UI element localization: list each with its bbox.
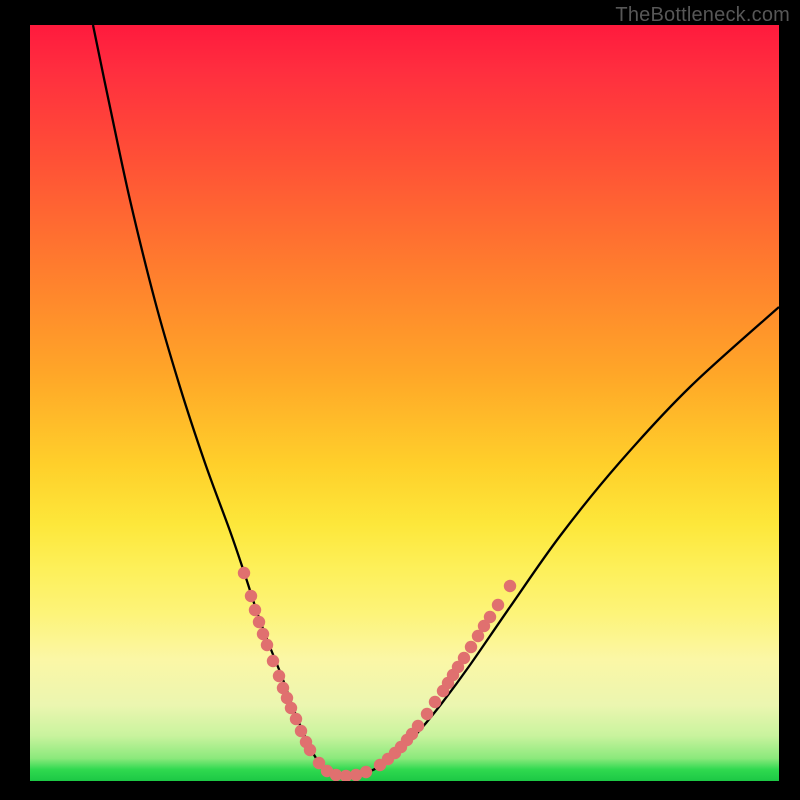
chart-svg	[30, 25, 779, 781]
curve-marker	[484, 611, 496, 623]
curve-marker	[458, 652, 470, 664]
curve-marker	[295, 725, 307, 737]
curve-marker	[412, 720, 424, 732]
bottleneck-curve	[93, 25, 779, 776]
curve-marker	[261, 639, 273, 651]
curve-marker	[253, 616, 265, 628]
curve-marker	[238, 567, 250, 579]
curve-markers	[238, 567, 516, 781]
curve-marker	[421, 708, 433, 720]
watermark-text: TheBottleneck.com	[615, 4, 790, 27]
curve-marker	[360, 766, 372, 778]
curve-marker	[257, 628, 269, 640]
curve-marker	[273, 670, 285, 682]
curve-marker	[285, 702, 297, 714]
curve-marker	[504, 580, 516, 592]
curve-marker	[249, 604, 261, 616]
curve-marker	[290, 713, 302, 725]
chart-frame: TheBottleneck.com	[0, 0, 800, 800]
curve-marker	[465, 641, 477, 653]
plot-area	[30, 25, 779, 781]
curve-marker	[429, 696, 441, 708]
curve-marker	[492, 599, 504, 611]
curve-marker	[245, 590, 257, 602]
curve-marker	[267, 655, 279, 667]
curve-marker	[304, 744, 316, 756]
